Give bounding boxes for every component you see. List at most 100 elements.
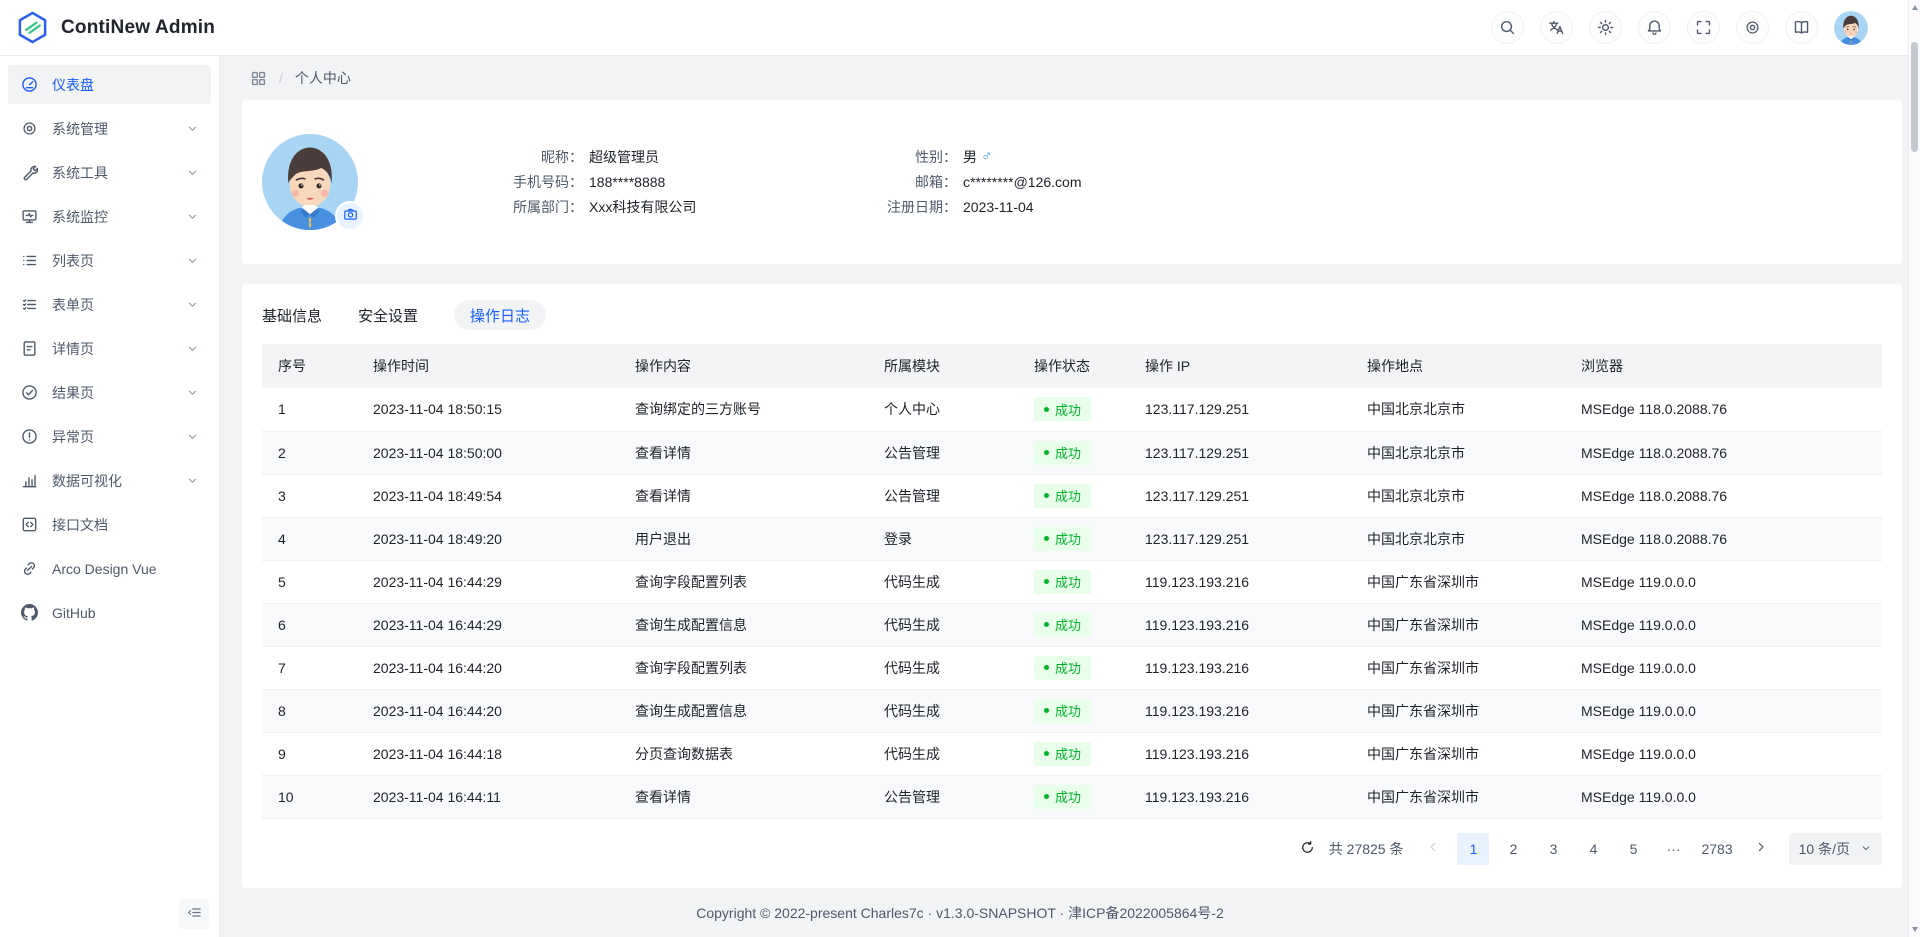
fullscreen-icon	[1695, 19, 1712, 36]
cell-no: 6	[262, 603, 357, 646]
chevron-down-icon	[186, 430, 199, 443]
scrollbar-thumb[interactable]	[1911, 42, 1918, 152]
page-button-5[interactable]: 5	[1617, 833, 1649, 865]
theme-button[interactable]	[1589, 11, 1622, 44]
sidebar-item-label: GitHub	[52, 605, 199, 621]
sidebar-item-form-page[interactable]: 表单页	[8, 285, 211, 324]
sidebar-item-detail-page[interactable]: 详情页	[8, 329, 211, 368]
sidebar-item-data-visualization[interactable]: 数据可视化	[8, 461, 211, 500]
cell-module: 代码生成	[868, 560, 1018, 603]
next-page-button[interactable]	[1745, 833, 1777, 865]
docs-button[interactable]	[1785, 11, 1818, 44]
profile-field: 手机号码：188****8888	[463, 172, 793, 192]
sidebar-item-system-monitor[interactable]: 系统监控	[8, 197, 211, 236]
refresh-icon	[1300, 840, 1315, 858]
cell-browser: MSEdge 119.0.0.0	[1565, 646, 1882, 689]
notifications-button[interactable]	[1638, 11, 1671, 44]
tab-operation-log[interactable]: 操作日志	[454, 300, 546, 330]
cell-ip: 123.117.129.251	[1129, 474, 1351, 517]
cell-time: 2023-11-04 18:49:54	[357, 474, 619, 517]
profile-fields-left: 昵称：超级管理员手机号码：188****8888所属部门：Xxx科技有限公司	[463, 147, 793, 217]
cell-status: 成功	[1018, 603, 1129, 646]
page-button-1[interactable]: 1	[1457, 833, 1489, 865]
sidebar-item-system-management[interactable]: 系统管理	[8, 109, 211, 148]
cell-time: 2023-11-04 16:44:20	[357, 646, 619, 689]
breadcrumb: / 个人中心	[242, 56, 1902, 100]
cell-no: 7	[262, 646, 357, 689]
cell-ip: 123.117.129.251	[1129, 431, 1351, 474]
cell-location: 中国广东省深圳市	[1351, 689, 1565, 732]
column-header: 序号	[262, 344, 357, 388]
search-button[interactable]	[1491, 11, 1524, 44]
cell-time: 2023-11-04 16:44:18	[357, 732, 619, 775]
cell-content: 查询绑定的三方账号	[619, 388, 868, 431]
user-avatar-button[interactable]	[1834, 11, 1868, 45]
app-title: ContiNew Admin	[61, 17, 215, 39]
profile-field: 注册日期：2023-11-04	[837, 197, 1227, 217]
refresh-button[interactable]	[1295, 836, 1321, 862]
cell-status: 成功	[1018, 732, 1129, 775]
sidebar-item-dashboard[interactable]: 仪表盘	[8, 65, 211, 104]
prev-page-button[interactable]	[1417, 833, 1449, 865]
language-button[interactable]	[1540, 11, 1573, 44]
cell-content: 用户退出	[619, 517, 868, 560]
tab-security-settings[interactable]: 安全设置	[358, 300, 418, 330]
header-actions	[1491, 11, 1868, 45]
column-header: 操作时间	[357, 344, 619, 388]
cell-time: 2023-11-04 16:44:20	[357, 689, 619, 732]
sidebar-item-exception-page[interactable]: 异常页	[8, 417, 211, 456]
status-dot-icon	[1044, 708, 1049, 713]
status-badge: 成功	[1034, 656, 1091, 680]
settings-button[interactable]	[1736, 11, 1769, 44]
field-label: 手机号码：	[463, 172, 583, 192]
page-size-select[interactable]: 10 条/页	[1789, 833, 1882, 865]
sidebar-item-result-page[interactable]: 结果页	[8, 373, 211, 412]
page-ellipsis[interactable]: ···	[1657, 833, 1689, 865]
sidebar-item-system-tools[interactable]: 系统工具	[8, 153, 211, 192]
sidebar-item-github[interactable]: GitHub	[8, 593, 211, 632]
status-dot-icon	[1044, 579, 1049, 584]
link-icon	[21, 560, 38, 577]
cell-ip: 123.117.129.251	[1129, 517, 1351, 560]
cell-status: 成功	[1018, 388, 1129, 431]
sidebar-item-label: 结果页	[52, 383, 186, 403]
menu-collapse-button[interactable]	[179, 899, 209, 929]
field-label: 性别：	[837, 147, 957, 167]
chevron-down-icon	[186, 342, 199, 355]
table-row: 52023-11-04 16:44:29查询字段配置列表代码生成成功119.12…	[262, 560, 1882, 603]
chevron-down-icon	[186, 122, 199, 135]
page-button-3[interactable]: 3	[1537, 833, 1569, 865]
cell-status: 成功	[1018, 689, 1129, 732]
scroll-down-arrow-icon[interactable]	[1912, 927, 1918, 932]
fullscreen-button[interactable]	[1687, 11, 1720, 44]
page-button-4[interactable]: 4	[1577, 833, 1609, 865]
vertical-scrollbar[interactable]	[1908, 0, 1920, 937]
tab-basic-info[interactable]: 基础信息	[262, 300, 322, 330]
brand: ContiNew Admin	[16, 11, 215, 44]
scroll-up-arrow-icon[interactable]	[1912, 5, 1918, 10]
file-icon	[21, 340, 38, 357]
cell-module: 代码生成	[868, 732, 1018, 775]
cell-browser: MSEdge 118.0.2088.76	[1565, 388, 1882, 431]
chevron-down-icon	[186, 474, 199, 487]
field-label: 昵称：	[463, 147, 583, 167]
sidebar-item-arco-design-vue[interactable]: Arco Design Vue	[8, 549, 211, 588]
table-body: 12023-11-04 18:50:15查询绑定的三方账号个人中心成功123.1…	[262, 388, 1882, 818]
column-header: 操作状态	[1018, 344, 1129, 388]
page-button-2[interactable]: 2	[1497, 833, 1529, 865]
table-row: 72023-11-04 16:44:20查询字段配置列表代码生成成功119.12…	[262, 646, 1882, 689]
status-badge: 成功	[1034, 527, 1091, 551]
bar-chart-icon	[21, 472, 38, 489]
sidebar-item-list-page[interactable]: 列表页	[8, 241, 211, 280]
github-icon	[21, 604, 38, 621]
translate-icon	[1548, 19, 1565, 36]
change-avatar-button[interactable]	[335, 201, 365, 231]
cell-location: 中国北京北京市	[1351, 474, 1565, 517]
sidebar-item-label: 系统监控	[52, 207, 186, 227]
page-button-2783[interactable]: 2783	[1697, 833, 1736, 865]
apps-icon[interactable]	[250, 70, 267, 87]
sidebar-item-api-docs[interactable]: 接口文档	[8, 505, 211, 544]
cell-time: 2023-11-04 16:44:11	[357, 775, 619, 818]
code-square-icon	[21, 516, 38, 533]
cell-location: 中国广东省深圳市	[1351, 603, 1565, 646]
